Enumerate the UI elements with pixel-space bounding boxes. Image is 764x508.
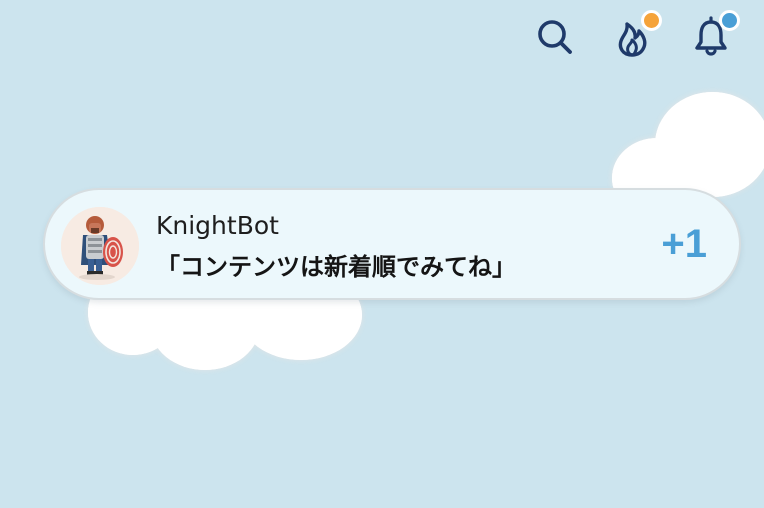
notification-message: 「コンテンツは新着順でみてね」 <box>156 253 516 281</box>
notification-card[interactable]: KnightBot 「コンテンツは新着順でみてね」 +1 <box>43 188 741 300</box>
notifications-badge <box>719 10 740 31</box>
notification-count: +1 <box>661 222 707 266</box>
notification-sender: KnightBot <box>156 211 279 240</box>
trending-badge <box>641 10 662 31</box>
knight-avatar-icon <box>61 207 139 285</box>
notifications-button[interactable] <box>688 10 740 60</box>
avatar <box>61 207 139 285</box>
search-button[interactable] <box>532 14 578 60</box>
trending-button[interactable] <box>610 10 662 60</box>
search-icon <box>538 20 572 54</box>
